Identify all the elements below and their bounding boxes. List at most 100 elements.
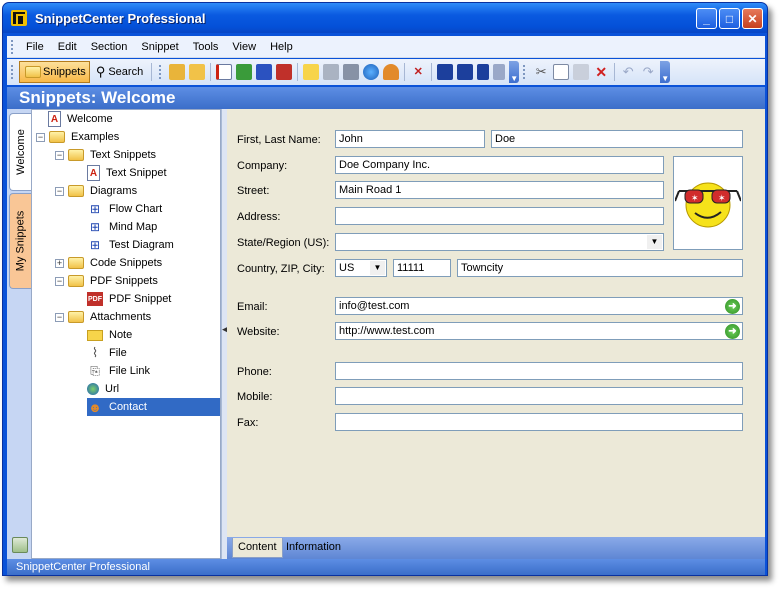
company-field[interactable]: Doe Company Inc. [335,156,664,174]
tree-item-attachments[interactable]: − Attachments [55,308,153,326]
open-folder-icon[interactable] [189,64,206,80]
collapse-icon[interactable]: − [55,150,64,160]
toolbar-separator [614,63,616,81]
new-section-icon[interactable] [169,64,186,80]
status-bar: SnippetCenter Professional [7,559,765,575]
chevron-down-icon[interactable]: ▼ [647,235,662,249]
maximize-button[interactable]: □ [719,8,740,29]
menu-view[interactable]: View [225,41,263,53]
folder-open-icon [49,131,65,143]
diagram-icon: ⊞ [89,202,101,216]
delete-tools-icon[interactable]: ✕ [410,64,426,80]
country-label: Country, ZIP, City: [237,263,325,275]
menu-help[interactable]: Help [263,41,300,53]
tree-item-file[interactable]: ⌇ File [87,344,129,362]
paste-icon[interactable] [573,64,590,80]
send-email-arrow-icon[interactable]: ➜ [725,299,740,314]
zip-field[interactable]: 11111 [393,259,451,277]
new-contact-icon[interactable] [383,64,400,80]
new-diagram-icon[interactable] [256,64,273,80]
new-pdf-icon[interactable] [276,64,293,80]
street-field[interactable]: Main Road 1 [335,181,664,199]
fax-field[interactable] [335,413,743,431]
email-field[interactable]: info@test.com ➜ [335,297,743,315]
menu-edit[interactable]: Edit [51,41,84,53]
first-name-field[interactable]: John [335,130,485,148]
country-select[interactable]: US ▼ [335,259,387,277]
cut-icon[interactable]: ✂ [533,64,549,80]
mobile-field[interactable] [335,387,743,405]
open-website-arrow-icon[interactable]: ➜ [725,324,740,339]
close-button[interactable]: ✕ [742,8,763,29]
menu-file[interactable]: File [19,41,51,53]
collapse-icon[interactable]: − [55,186,64,196]
phone-field[interactable] [335,362,743,380]
last-name-field[interactable]: Doe [491,130,743,148]
redo-icon[interactable]: ↷ [640,64,656,80]
undo-icon[interactable]: ↶ [620,64,636,80]
tree-item-pdf-snippets[interactable]: − PDF Snippets [55,272,160,290]
website-field[interactable]: http://www.test.com ➜ [335,322,743,340]
tree-item-mind-map[interactable]: ⊞ Mind Map [87,218,159,236]
svg-text:✶: ✶ [691,194,699,204]
toolbar-grip[interactable] [11,65,14,79]
toolbar-grip-3[interactable] [523,65,526,79]
new-note-icon[interactable] [303,64,320,80]
recycle-bin-icon[interactable] [12,537,28,553]
menu-section[interactable]: Section [84,41,135,53]
new-url-icon[interactable] [363,64,380,80]
tree-item-diagrams[interactable]: − Diagrams [55,182,139,200]
menu-snippet[interactable]: Snippet [134,41,185,53]
tree-item-text-snippets[interactable]: − Text Snippets [55,146,158,164]
tree-item-url[interactable]: Url [87,380,121,398]
new-text-snippet-icon[interactable] [216,64,233,80]
tree-item-pdf-snippet[interactable]: PDF PDF Snippet [87,290,173,308]
address-label: Address: [237,211,281,223]
phone-label: Phone: [237,366,272,378]
tree-item-test-diagram[interactable]: ⊞ Test Diagram [87,236,176,254]
tree-item-contact[interactable]: ☻ Contact [87,398,220,416]
tree-item-text-snippet[interactable]: A Text Snippet [87,164,169,182]
move-down-icon[interactable] [493,64,506,80]
collapse-icon[interactable]: − [55,312,64,322]
toolbar: Snippets ⚲ Search ✕ ▼ ✂ ✕ ↶ ↷ ▼ [7,59,765,85]
new-file-icon[interactable] [323,64,340,80]
tab-information[interactable]: Information [281,538,346,558]
state-select[interactable]: ▼ [335,233,664,251]
snippets-button[interactable]: Snippets [19,61,90,83]
collapse-icon[interactable]: − [36,132,45,142]
menu-grip[interactable] [11,39,14,54]
expand-icon[interactable]: + [55,258,64,268]
folder-icon [25,66,41,78]
tab-welcome[interactable]: Welcome [9,113,31,191]
new-file-link-icon[interactable] [343,64,360,80]
delete-icon[interactable]: ✕ [593,64,609,80]
tree-item-note[interactable]: Note [87,326,134,344]
tree-item-flow-chart[interactable]: ⊞ Flow Chart [87,200,164,218]
tree-item-examples[interactable]: − Examples [36,128,121,146]
minimize-button[interactable]: _ [696,8,717,29]
move-left-icon[interactable] [437,64,454,80]
tree-item-code-snippets[interactable]: + Code Snippets [55,254,164,272]
search-icon: ⚲ [95,64,106,79]
tab-content[interactable]: Content [232,538,283,558]
contact-photo[interactable]: ✶ ✶ [673,156,743,250]
address-field[interactable] [335,207,664,225]
tree-item-file-link[interactable]: ⎘ File Link [87,362,152,380]
toolbar-grip-2[interactable] [159,65,162,79]
menu-tools[interactable]: Tools [186,41,226,53]
tab-my-snippets[interactable]: My Snippets [9,193,31,289]
chevron-down-icon[interactable]: ▼ [370,261,385,275]
toolbar-overflow-button-2[interactable]: ▼ [660,61,671,83]
move-right-icon[interactable] [457,64,474,80]
tree-item-welcome[interactable]: A Welcome [48,110,115,128]
move-up-icon[interactable] [477,64,490,80]
new-code-snippet-icon[interactable] [236,64,253,80]
copy-icon[interactable] [553,64,570,80]
collapse-icon[interactable]: − [55,276,64,286]
svg-text:✶: ✶ [718,194,726,204]
toolbar-separator [297,63,299,81]
city-field[interactable]: Towncity [457,259,743,277]
search-button[interactable]: ⚲ Search [91,61,147,83]
toolbar-overflow-button[interactable]: ▼ [509,61,520,83]
